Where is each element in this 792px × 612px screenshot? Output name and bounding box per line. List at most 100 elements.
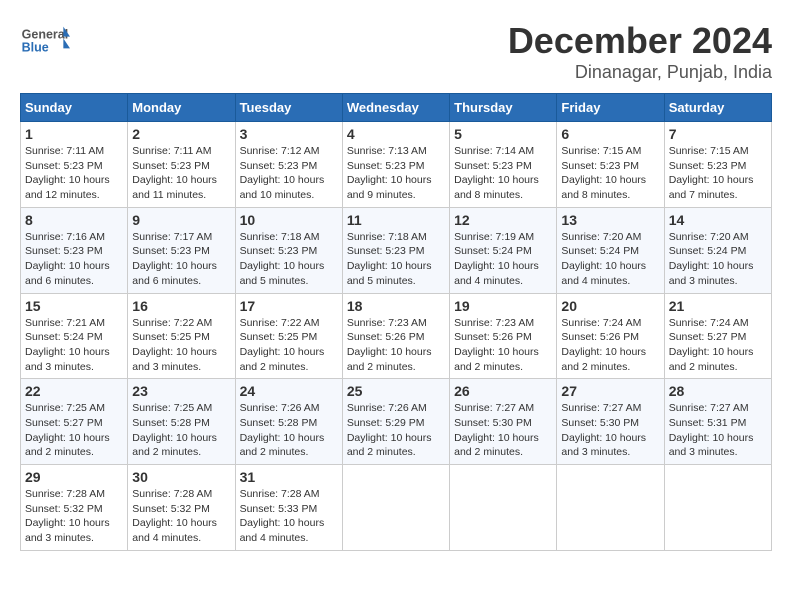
header-tuesday: Tuesday [235, 94, 342, 122]
day-info: Sunrise: 7:15 AMSunset: 5:23 PMDaylight:… [561, 145, 646, 201]
table-row: 14 Sunrise: 7:20 AMSunset: 5:24 PMDaylig… [664, 207, 771, 293]
header: General Blue December 2024 Dinanagar, Pu… [20, 20, 772, 83]
table-row: 9 Sunrise: 7:17 AMSunset: 5:23 PMDayligh… [128, 207, 235, 293]
day-info: Sunrise: 7:16 AMSunset: 5:23 PMDaylight:… [25, 231, 110, 287]
day-number: 9 [132, 212, 230, 228]
day-number: 3 [240, 126, 338, 142]
day-number: 29 [25, 469, 123, 485]
day-number: 23 [132, 383, 230, 399]
day-info: Sunrise: 7:11 AMSunset: 5:23 PMDaylight:… [132, 145, 217, 201]
logo: General Blue [20, 20, 76, 60]
table-row: 13 Sunrise: 7:20 AMSunset: 5:24 PMDaylig… [557, 207, 664, 293]
table-row: 6 Sunrise: 7:15 AMSunset: 5:23 PMDayligh… [557, 122, 664, 208]
table-row: 18 Sunrise: 7:23 AMSunset: 5:26 PMDaylig… [342, 293, 449, 379]
calendar-row: 8 Sunrise: 7:16 AMSunset: 5:23 PMDayligh… [21, 207, 772, 293]
empty-cell [557, 465, 664, 551]
table-row: 31 Sunrise: 7:28 AMSunset: 5:33 PMDaylig… [235, 465, 342, 551]
calendar-row: 22 Sunrise: 7:25 AMSunset: 5:27 PMDaylig… [21, 379, 772, 465]
day-info: Sunrise: 7:12 AMSunset: 5:23 PMDaylight:… [240, 145, 325, 201]
calendar-row: 15 Sunrise: 7:21 AMSunset: 5:24 PMDaylig… [21, 293, 772, 379]
day-info: Sunrise: 7:25 AMSunset: 5:27 PMDaylight:… [25, 402, 110, 458]
day-number: 12 [454, 212, 552, 228]
day-number: 27 [561, 383, 659, 399]
day-number: 11 [347, 212, 445, 228]
day-number: 5 [454, 126, 552, 142]
table-row: 26 Sunrise: 7:27 AMSunset: 5:30 PMDaylig… [450, 379, 557, 465]
table-row: 7 Sunrise: 7:15 AMSunset: 5:23 PMDayligh… [664, 122, 771, 208]
day-info: Sunrise: 7:27 AMSunset: 5:30 PMDaylight:… [454, 402, 539, 458]
table-row: 11 Sunrise: 7:18 AMSunset: 5:23 PMDaylig… [342, 207, 449, 293]
calendar: Sunday Monday Tuesday Wednesday Thursday… [20, 93, 772, 551]
day-number: 26 [454, 383, 552, 399]
day-number: 1 [25, 126, 123, 142]
table-row: 4 Sunrise: 7:13 AMSunset: 5:23 PMDayligh… [342, 122, 449, 208]
svg-text:General: General [22, 27, 69, 41]
empty-cell [450, 465, 557, 551]
day-info: Sunrise: 7:14 AMSunset: 5:23 PMDaylight:… [454, 145, 539, 201]
day-number: 25 [347, 383, 445, 399]
day-info: Sunrise: 7:21 AMSunset: 5:24 PMDaylight:… [25, 317, 110, 373]
header-saturday: Saturday [664, 94, 771, 122]
day-info: Sunrise: 7:20 AMSunset: 5:24 PMDaylight:… [669, 231, 754, 287]
table-row: 5 Sunrise: 7:14 AMSunset: 5:23 PMDayligh… [450, 122, 557, 208]
table-row: 22 Sunrise: 7:25 AMSunset: 5:27 PMDaylig… [21, 379, 128, 465]
day-info: Sunrise: 7:28 AMSunset: 5:33 PMDaylight:… [240, 488, 325, 544]
day-info: Sunrise: 7:11 AMSunset: 5:23 PMDaylight:… [25, 145, 110, 201]
table-row: 20 Sunrise: 7:24 AMSunset: 5:26 PMDaylig… [557, 293, 664, 379]
table-row: 25 Sunrise: 7:26 AMSunset: 5:29 PMDaylig… [342, 379, 449, 465]
day-info: Sunrise: 7:17 AMSunset: 5:23 PMDaylight:… [132, 231, 217, 287]
table-row: 28 Sunrise: 7:27 AMSunset: 5:31 PMDaylig… [664, 379, 771, 465]
day-number: 13 [561, 212, 659, 228]
day-info: Sunrise: 7:24 AMSunset: 5:27 PMDaylight:… [669, 317, 754, 373]
table-row: 21 Sunrise: 7:24 AMSunset: 5:27 PMDaylig… [664, 293, 771, 379]
header-friday: Friday [557, 94, 664, 122]
svg-text:Blue: Blue [22, 41, 49, 55]
header-wednesday: Wednesday [342, 94, 449, 122]
table-row: 30 Sunrise: 7:28 AMSunset: 5:32 PMDaylig… [128, 465, 235, 551]
empty-cell [342, 465, 449, 551]
day-number: 17 [240, 298, 338, 314]
day-number: 28 [669, 383, 767, 399]
table-row: 3 Sunrise: 7:12 AMSunset: 5:23 PMDayligh… [235, 122, 342, 208]
day-number: 4 [347, 126, 445, 142]
table-row: 29 Sunrise: 7:28 AMSunset: 5:32 PMDaylig… [21, 465, 128, 551]
table-row: 19 Sunrise: 7:23 AMSunset: 5:26 PMDaylig… [450, 293, 557, 379]
day-number: 6 [561, 126, 659, 142]
day-number: 31 [240, 469, 338, 485]
day-info: Sunrise: 7:26 AMSunset: 5:28 PMDaylight:… [240, 402, 325, 458]
month-title: December 2024 [508, 20, 772, 62]
title-area: December 2024 Dinanagar, Punjab, India [508, 20, 772, 83]
day-number: 22 [25, 383, 123, 399]
table-row: 17 Sunrise: 7:22 AMSunset: 5:25 PMDaylig… [235, 293, 342, 379]
day-number: 2 [132, 126, 230, 142]
header-monday: Monday [128, 94, 235, 122]
calendar-row: 29 Sunrise: 7:28 AMSunset: 5:32 PMDaylig… [21, 465, 772, 551]
day-number: 14 [669, 212, 767, 228]
day-number: 7 [669, 126, 767, 142]
day-info: Sunrise: 7:22 AMSunset: 5:25 PMDaylight:… [132, 317, 217, 373]
table-row: 23 Sunrise: 7:25 AMSunset: 5:28 PMDaylig… [128, 379, 235, 465]
day-number: 15 [25, 298, 123, 314]
day-info: Sunrise: 7:25 AMSunset: 5:28 PMDaylight:… [132, 402, 217, 458]
table-row: 24 Sunrise: 7:26 AMSunset: 5:28 PMDaylig… [235, 379, 342, 465]
calendar-header-row: Sunday Monday Tuesday Wednesday Thursday… [21, 94, 772, 122]
day-info: Sunrise: 7:13 AMSunset: 5:23 PMDaylight:… [347, 145, 432, 201]
day-number: 16 [132, 298, 230, 314]
day-info: Sunrise: 7:19 AMSunset: 5:24 PMDaylight:… [454, 231, 539, 287]
day-info: Sunrise: 7:23 AMSunset: 5:26 PMDaylight:… [454, 317, 539, 373]
day-number: 8 [25, 212, 123, 228]
table-row: 8 Sunrise: 7:16 AMSunset: 5:23 PMDayligh… [21, 207, 128, 293]
table-row: 1 Sunrise: 7:11 AMSunset: 5:23 PMDayligh… [21, 122, 128, 208]
table-row: 27 Sunrise: 7:27 AMSunset: 5:30 PMDaylig… [557, 379, 664, 465]
day-number: 24 [240, 383, 338, 399]
day-info: Sunrise: 7:27 AMSunset: 5:31 PMDaylight:… [669, 402, 754, 458]
day-number: 19 [454, 298, 552, 314]
header-sunday: Sunday [21, 94, 128, 122]
day-number: 21 [669, 298, 767, 314]
day-info: Sunrise: 7:15 AMSunset: 5:23 PMDaylight:… [669, 145, 754, 201]
header-thursday: Thursday [450, 94, 557, 122]
empty-cell [664, 465, 771, 551]
logo-icon: General Blue [20, 20, 70, 60]
day-info: Sunrise: 7:24 AMSunset: 5:26 PMDaylight:… [561, 317, 646, 373]
day-info: Sunrise: 7:18 AMSunset: 5:23 PMDaylight:… [347, 231, 432, 287]
